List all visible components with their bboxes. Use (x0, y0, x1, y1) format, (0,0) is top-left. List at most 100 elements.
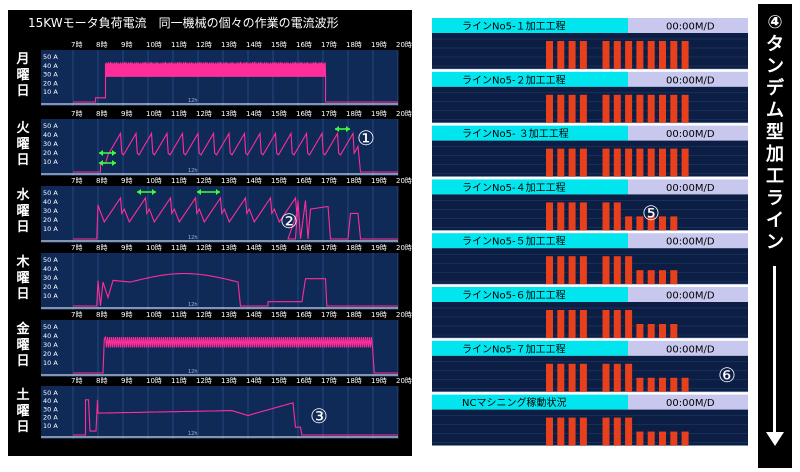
bar (647, 431, 655, 446)
line-name: ラインNo5-１加工工程 (462, 21, 566, 33)
banner-char: ラ (766, 188, 784, 209)
bar (647, 94, 655, 123)
bar (602, 417, 610, 446)
mid-label: 12h (188, 168, 198, 174)
day-label-char: 曜 (16, 338, 30, 353)
time-tick-label: 8時 (96, 41, 107, 49)
amp-tick-label: 50 A (43, 323, 58, 331)
marker-6: ⑥ (718, 363, 736, 387)
bar (659, 431, 666, 446)
time-tick-label: 9時 (121, 244, 132, 252)
bar (670, 431, 678, 446)
line-name: ラインNo5-２加工工程 (462, 74, 566, 86)
bar (557, 94, 565, 123)
bar (546, 310, 553, 338)
amp-tick-label: 20 A (43, 414, 58, 422)
time-tick-label: 11時 (171, 244, 187, 252)
marker-5: ⑤ (642, 201, 660, 225)
bar (670, 148, 678, 177)
bar (568, 256, 576, 285)
bar (546, 417, 553, 446)
time-tick-label: 14時 (246, 177, 262, 185)
bar (670, 377, 678, 392)
banner-char: 加 (766, 144, 784, 165)
marker-1: ① (357, 126, 375, 150)
bar (625, 41, 633, 69)
bar (579, 41, 587, 69)
bar (613, 202, 621, 231)
day-label-char: 日 (16, 420, 30, 435)
time-tick-label: 15時 (271, 244, 287, 252)
line-status: 00:00M/D (666, 344, 715, 355)
time-tick-label: 11時 (171, 377, 187, 385)
bar (670, 216, 678, 231)
bar (670, 270, 678, 285)
time-tick-label: 11時 (171, 177, 187, 185)
waveform-chart-bg (41, 320, 398, 377)
time-tick-label: 15時 (271, 41, 287, 49)
time-tick-label: 16時 (296, 41, 312, 49)
time-tick-label: 12時 (196, 244, 212, 252)
time-tick-label: 7時 (71, 311, 82, 319)
bar (613, 94, 621, 123)
time-tick-label: 13時 (221, 377, 237, 385)
bar (647, 324, 655, 338)
bar (579, 94, 587, 123)
amp-tick-label: 20 A (43, 283, 58, 291)
day-label-char: 曜 (16, 137, 30, 152)
time-tick-label: 12時 (196, 177, 212, 185)
time-tick-label: 9時 (121, 377, 132, 385)
bar (557, 417, 565, 446)
amp-tick-label: 40 A (43, 397, 58, 405)
banner-char: タ (766, 34, 784, 55)
time-tick-label: 9時 (121, 311, 132, 319)
bar (557, 310, 565, 338)
amp-tick-label: 50 A (43, 256, 58, 264)
time-tick-label: 19時 (371, 110, 387, 118)
day-label-char: 曜 (16, 271, 30, 286)
bar (625, 148, 633, 177)
bar (579, 256, 587, 285)
day-label-char: 火 (16, 121, 30, 136)
bar (659, 216, 666, 231)
bar (670, 41, 678, 69)
time-tick-label: 8時 (96, 311, 107, 319)
time-tick-label: 17時 (321, 177, 337, 185)
bar (568, 94, 576, 123)
time-tick-label: 7時 (71, 377, 82, 385)
bar (568, 363, 576, 392)
bar (568, 41, 576, 69)
amp-tick-label: 20 A (43, 216, 58, 224)
line-name: ラインNo5-７加工工程 (462, 343, 566, 355)
amp-tick-label: 40 A (43, 332, 58, 340)
time-tick-label: 17時 (321, 41, 337, 49)
time-tick-label: 18時 (346, 244, 362, 252)
time-tick-label: 16時 (296, 311, 312, 319)
time-tick-label: 7時 (71, 244, 82, 252)
bar (557, 256, 565, 285)
waveform-chart-bg (41, 186, 398, 243)
line-status: 00:00M/D (666, 129, 715, 140)
time-tick-label: 19時 (371, 177, 387, 185)
marker-2: ② (280, 209, 298, 233)
bar-chart-bg (432, 194, 748, 231)
bar-chart-bg (432, 355, 748, 392)
time-tick-label: 15時 (271, 311, 287, 319)
mid-label: 12h (188, 431, 198, 437)
bar (568, 202, 576, 231)
bar (613, 256, 621, 285)
bar (602, 94, 610, 123)
bar (670, 324, 678, 338)
bar (681, 431, 689, 446)
time-tick-label: 13時 (221, 311, 237, 319)
bar (659, 41, 666, 69)
day-label-char: 日 (16, 354, 30, 369)
line-status: 00:00M/D (666, 22, 715, 33)
time-tick-label: 16時 (296, 110, 312, 118)
bar (546, 202, 553, 231)
bar (546, 94, 553, 123)
bar (546, 148, 553, 177)
bar (681, 377, 689, 392)
bar-chart-bg (432, 140, 748, 177)
bar (557, 148, 565, 177)
